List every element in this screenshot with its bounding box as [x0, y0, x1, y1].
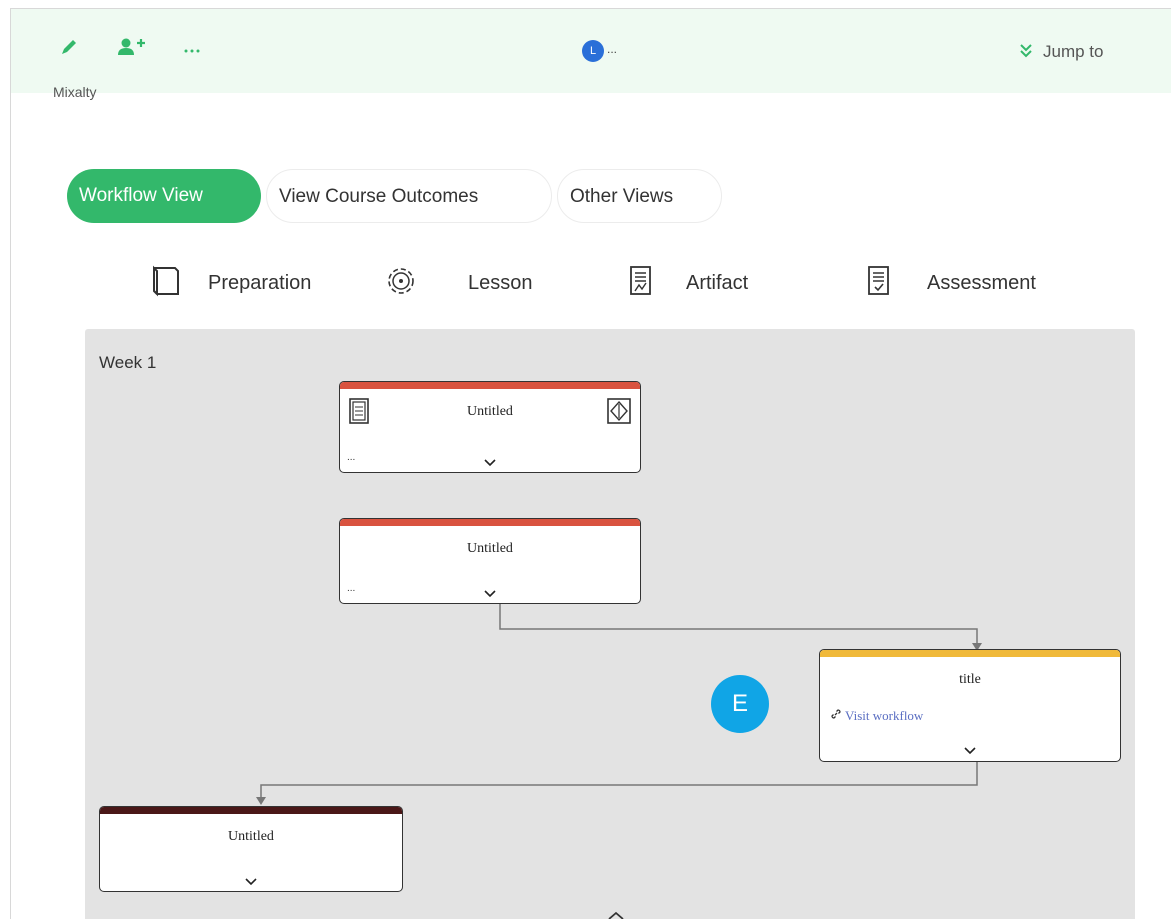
tab-workflow-view[interactable]: Workflow View: [67, 169, 261, 223]
link-icon: [830, 708, 845, 723]
workflow-node[interactable]: title Visit workflow: [819, 649, 1121, 762]
node-more-text[interactable]: ...: [347, 452, 355, 463]
workflow-canvas: Week 1 Untitled ... Untitled ... title V…: [85, 329, 1135, 919]
legend-artifact[interactable]: Artifact: [628, 264, 748, 303]
chart-document-icon: [628, 264, 654, 303]
legend-label: Assessment: [927, 272, 1036, 294]
legend-assessment[interactable]: Assessment: [866, 264, 1036, 303]
node-title: Untitled: [228, 829, 274, 844]
chevron-down-icon[interactable]: [244, 873, 258, 891]
more-users-text[interactable]: ...: [607, 42, 617, 56]
tab-view-course-outcomes[interactable]: View Course Outcomes: [266, 169, 552, 223]
workflow-node[interactable]: Untitled: [99, 806, 403, 892]
chevron-down-icon[interactable]: [483, 585, 497, 603]
gear-icon: [384, 264, 418, 303]
legend-label: Lesson: [468, 272, 533, 294]
legend-label: Preparation: [208, 272, 312, 294]
legend-preparation[interactable]: Preparation: [149, 264, 311, 303]
annotation-badge: E: [711, 675, 769, 733]
chevron-down-icon[interactable]: [963, 742, 977, 760]
top-toolbar: L ... Jump to: [11, 9, 1171, 93]
jump-to-link[interactable]: Jump to: [1043, 42, 1103, 62]
diamond-icon[interactable]: [606, 397, 632, 430]
tab-other-views[interactable]: Other Views: [557, 169, 722, 223]
workflow-node[interactable]: Untitled ...: [339, 518, 641, 604]
book-icon: [149, 264, 183, 303]
legend-lesson[interactable]: Lesson: [384, 264, 533, 303]
node-title: Untitled: [467, 541, 513, 556]
avatar[interactable]: L: [582, 40, 604, 62]
double-chevron-down-icon[interactable]: [1019, 42, 1033, 63]
node-color-bar: [340, 382, 640, 389]
checklist-icon: [866, 264, 892, 303]
visit-workflow-link[interactable]: Visit workflow: [830, 708, 923, 724]
add-user-icon[interactable]: [117, 37, 147, 62]
visit-workflow-label: Visit workflow: [845, 708, 924, 723]
workflow-node[interactable]: Untitled ...: [339, 381, 641, 473]
node-color-bar: [820, 650, 1120, 657]
pencil-icon[interactable]: [59, 37, 79, 62]
node-more-text[interactable]: ...: [347, 583, 355, 594]
node-color-bar: [340, 519, 640, 526]
more-options-icon[interactable]: [183, 42, 201, 60]
node-title: Untitled: [467, 404, 513, 419]
node-color-bar: [100, 807, 402, 814]
app-frame: L ... Jump to Mixalty Workflow View View…: [10, 8, 1171, 919]
chevron-up-icon[interactable]: [606, 907, 626, 919]
node-title: title: [959, 672, 981, 687]
legend-label: Artifact: [686, 272, 749, 294]
chevron-down-icon[interactable]: [483, 454, 497, 472]
page-title: Mixalty: [53, 84, 97, 100]
